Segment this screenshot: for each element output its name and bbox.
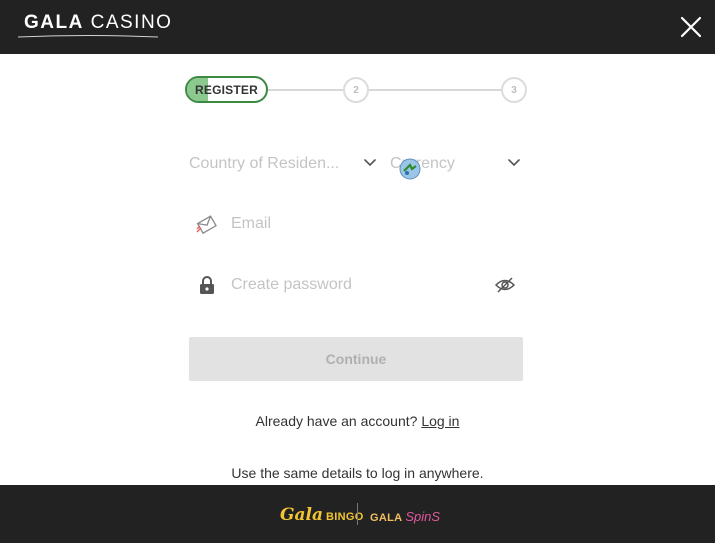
gala-spins-logo[interactable]: GALA SpinS [370,508,440,526]
password-field-row [189,268,523,302]
envelope-icon [196,215,217,235]
busy-cursor-icon [399,158,421,180]
chevron-down-icon [508,159,520,167]
continue-button[interactable]: Continue [189,337,523,381]
email-field-row [189,207,523,241]
gala-bingo-logo[interactable]: Gala BINGO [280,505,364,525]
same-details-note: Use the same details to log in anywhere. [231,465,484,481]
country-select-value: Country of Residen... [189,155,340,172]
step-register-label: REGISTER [195,82,258,97]
email-input[interactable] [229,214,473,234]
step-3: 3 [501,77,527,103]
password-input[interactable] [229,275,473,295]
gala-spins-logo-word: GALA [370,512,403,524]
step-register: REGISTER [185,76,268,103]
gala-spins-logo-script: SpinS [405,509,441,524]
login-prompt-text: Already have an account? [255,413,418,429]
footer-divider [357,503,358,525]
eye-hidden-icon[interactable] [495,276,515,294]
gala-bingo-logo-script: Gala [280,505,324,525]
registration-stepper: REGISTER 2 3 [0,0,715,120]
chevron-down-icon [364,159,376,167]
footer-bar: Gala BINGO GALA SpinS [0,485,715,543]
step-connector [268,89,343,91]
lock-icon [200,276,214,294]
login-prompt: Already have an account? Log in [0,413,715,429]
login-link[interactable]: Log in [421,413,459,429]
step-connector [369,89,501,91]
country-of-residence-select[interactable]: Country of Residen... [189,150,376,178]
step-2: 2 [343,77,369,103]
